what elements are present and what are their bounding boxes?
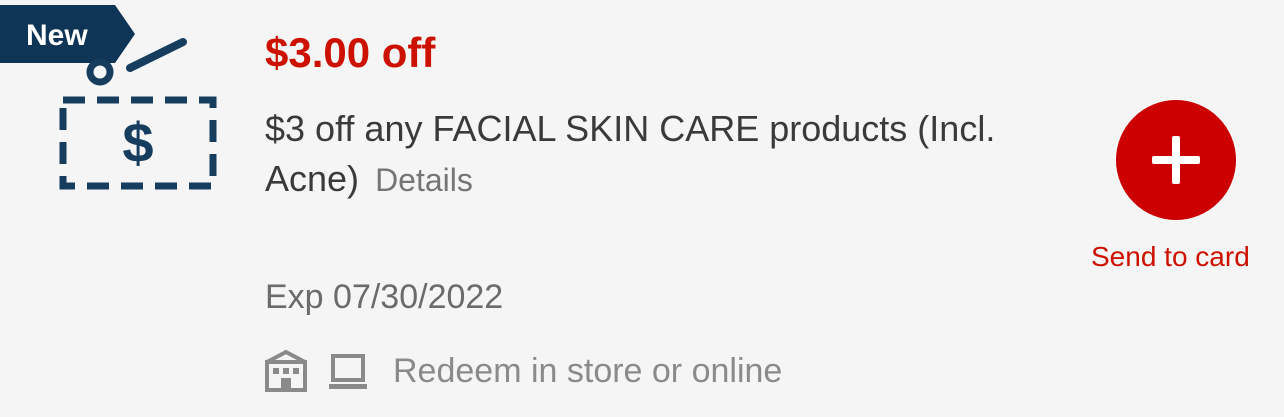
svg-text:$: $: [122, 111, 153, 174]
redeem-text: Redeem in store or online: [393, 352, 783, 390]
coupon-description-block: $3 off any FACIAL SKIN CARE products (In…: [265, 104, 1045, 205]
store-icon: [265, 349, 307, 392]
send-to-card-label[interactable]: Send to card: [1091, 240, 1250, 274]
laptop-icon: [329, 354, 367, 389]
coupon-amount: $3.00 off: [265, 29, 436, 76]
details-link[interactable]: Details: [375, 162, 473, 198]
coupon-dollar-icon: $: [59, 38, 217, 190]
coupon-card: New $ $3.00 off $3 off any FACIAL SKIN C…: [0, 0, 1284, 417]
send-to-card-button[interactable]: [1116, 100, 1236, 220]
redeem-info: Redeem in store or online: [263, 346, 782, 396]
expiry-date: Exp 07/30/2022: [265, 278, 504, 316]
